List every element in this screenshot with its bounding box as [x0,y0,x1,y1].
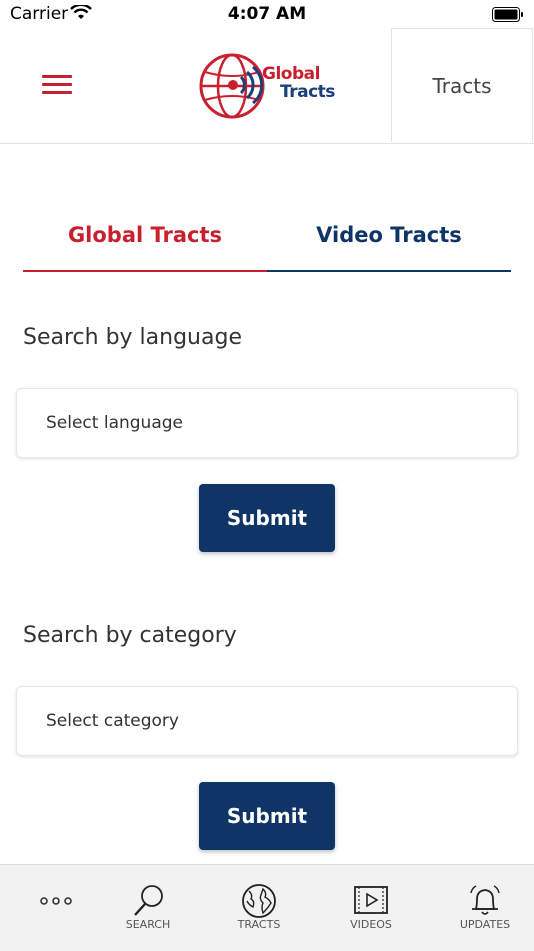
clock-time: 4:07 AM [227,4,307,24]
tracts-header-button[interactable]: Tracts [391,28,533,142]
tab-more[interactable] [0,865,90,951]
menu-bar-icon [42,75,72,78]
language-submit-button[interactable]: Submit [199,484,335,552]
logo-wordmark-tracts: Tracts [280,82,335,102]
battery-icon [492,7,524,26]
language-select[interactable]: Select language [16,388,518,458]
tab-global-tracts[interactable]: Global Tracts [23,200,267,272]
tab-search-label: SEARCH [125,918,171,931]
status-bar: Carrier 4:07 AM [0,0,534,30]
global-tracts-logo: Global Tracts [196,50,341,122]
globe-icon [242,884,276,918]
hamburger-menu-button[interactable] [42,75,72,97]
tract-type-tabs: Global Tracts Video Tracts [23,200,511,272]
tab-updates[interactable]: UPDATES [440,865,530,951]
menu-bar-icon [42,91,72,94]
logo-wordmark-global: Global [262,64,320,84]
category-select[interactable]: Select category [16,686,518,756]
search-by-category-label: Search by category [23,623,237,648]
search-icon [134,885,163,916]
tab-tracts[interactable]: TRACTS [214,865,304,951]
search-by-language-label: Search by language [23,325,242,350]
tab-video-tracts[interactable]: Video Tracts [267,200,511,272]
more-dots-icon [40,897,72,905]
bottom-tab-bar: SEARCH TRACTS VIDEOS UPDATES [0,864,534,951]
tab-tracts-label: TRACTS [237,918,281,931]
tab-search[interactable]: SEARCH [103,865,193,951]
category-submit-button[interactable]: Submit [199,782,335,850]
tab-videos[interactable]: VIDEOS [326,865,416,951]
tab-updates-label: UPDATES [459,918,511,931]
menu-bar-icon [42,83,72,86]
app-header: Global Tracts Tracts [0,28,534,144]
video-icon [354,886,388,914]
bell-icon [470,885,500,915]
tab-videos-label: VIDEOS [350,918,392,931]
